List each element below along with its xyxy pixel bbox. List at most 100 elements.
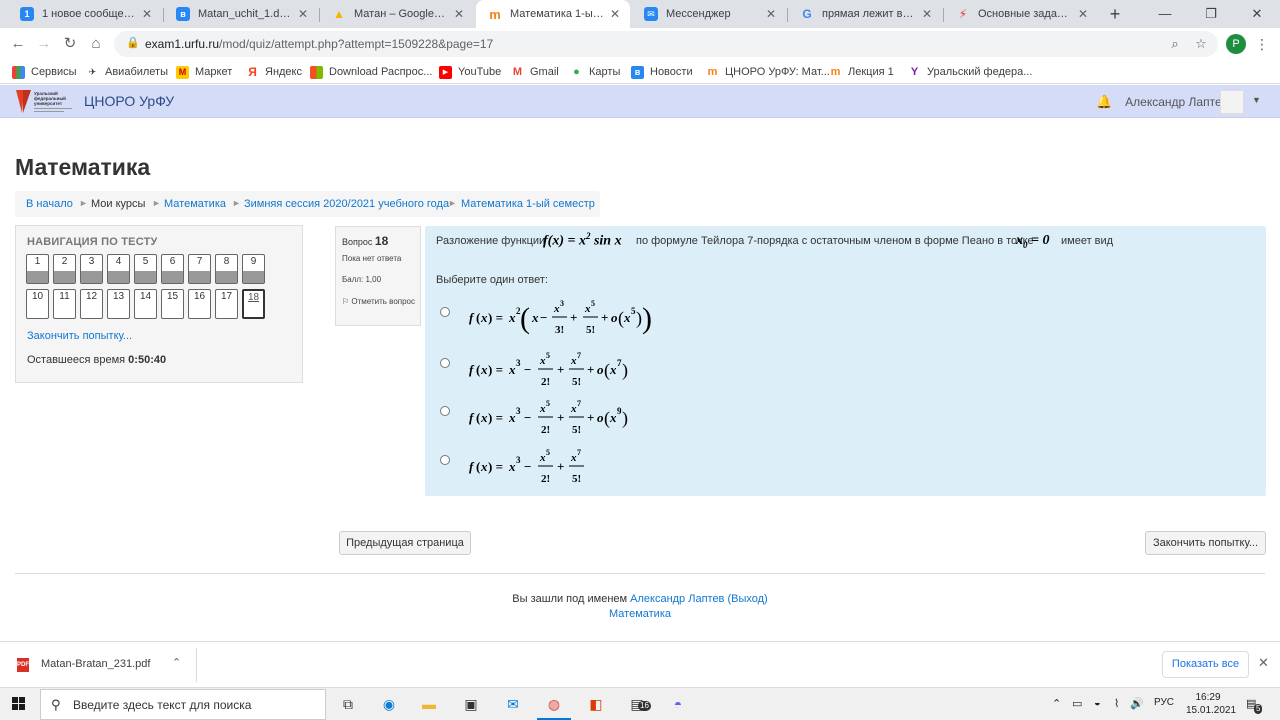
task-view-icon[interactable]: ⧉ xyxy=(337,693,359,715)
avatar[interactable] xyxy=(1220,90,1244,114)
close-icon[interactable]: ✕ xyxy=(766,7,778,21)
footer-user-link[interactable]: Александр Лаптев xyxy=(630,593,724,605)
answer-option-2-formula[interactable]: f(x) = x3 − x5 2! + x7 5! + o ( x7 ) xyxy=(469,348,669,390)
breadcrumb-semester[interactable]: Математика 1-ый семестр xyxy=(461,198,595,210)
address-bar[interactable]: 🔒 exam1.urfu.ru/mod/quiz/attempt.php?att… xyxy=(114,31,1218,57)
tab-messenger[interactable]: ✉ Мессенджер ✕ xyxy=(632,0,786,28)
quiz-nav-button-3[interactable]: 3 xyxy=(80,254,103,284)
clock[interactable]: 16:29 15.01.2021 xyxy=(1186,691,1236,717)
breadcrumb-session[interactable]: Зимняя сессия 2020/2021 учебного года xyxy=(244,198,449,210)
show-all-downloads-button[interactable]: Показать все xyxy=(1162,651,1249,678)
mail-icon[interactable]: ✉ xyxy=(502,693,524,715)
tab-tasks[interactable]: ⚡ Основные задачи на ✕ xyxy=(944,0,1098,28)
quiz-nav-button-17[interactable]: 17 xyxy=(215,289,238,319)
close-icon[interactable]: ✕ xyxy=(610,7,622,21)
header-user-name[interactable]: Александр Лаптев xyxy=(1125,95,1228,109)
close-icon[interactable]: ✕ xyxy=(1258,655,1269,671)
download-file-name[interactable]: Matan-Bratan_231.pdf xyxy=(41,658,150,670)
quiz-nav-button-2[interactable]: 2 xyxy=(53,254,76,284)
close-icon[interactable]: ✕ xyxy=(1078,7,1090,21)
finish-attempt-link[interactable]: Закончить попытку... xyxy=(27,330,132,342)
close-window-button[interactable]: ✕ xyxy=(1234,0,1280,28)
close-icon[interactable]: ✕ xyxy=(142,7,154,21)
quiz-nav-button-1[interactable]: 1 xyxy=(26,254,49,284)
site-name[interactable]: ЦНОРО УрФУ xyxy=(84,93,174,109)
quiz-nav-button-13[interactable]: 13 xyxy=(107,289,130,319)
tab-google-drive[interactable]: ▲ Матан – Google Диск ✕ xyxy=(320,0,474,28)
bookmark-cnoro[interactable]: m ЦНОРО УрФУ: Мат... xyxy=(706,64,830,80)
volume-icon[interactable]: 🔊 xyxy=(1130,697,1144,710)
answer-option-3-formula[interactable]: f(x) = x3 − x5 2! + x7 5! + o ( x9 ) xyxy=(469,396,669,438)
location-icon[interactable]: ⌇ xyxy=(1114,697,1119,710)
minimize-button[interactable]: — xyxy=(1142,0,1188,28)
answer-radio-4[interactable] xyxy=(440,455,450,465)
quiz-nav-button-5[interactable]: 5 xyxy=(134,254,157,284)
breadcrumb-math[interactable]: Математика xyxy=(164,198,226,210)
language-indicator[interactable]: РУС xyxy=(1154,697,1174,708)
tab-matan-docx[interactable]: в Matan_uchit_1.docx ✕ xyxy=(164,0,318,28)
quiz-nav-button-7[interactable]: 7 xyxy=(188,254,211,284)
quiz-nav-button-15[interactable]: 15 xyxy=(161,289,184,319)
menu-kebab-icon[interactable]: ⋮ xyxy=(1255,34,1269,54)
office-icon[interactable]: ◧ xyxy=(585,693,607,715)
windows-start-icon[interactable] xyxy=(12,697,26,711)
chevron-up-icon[interactable]: ⌃ xyxy=(172,656,181,669)
bookmark-download[interactable]: Download Распрос... xyxy=(310,64,432,80)
network-icon[interactable]: ◒ xyxy=(1094,697,1101,709)
bookmark-gmail[interactable]: M Gmail xyxy=(511,64,559,80)
answer-option-4-formula[interactable]: f(x) = x3 − x5 2! + x7 5! xyxy=(469,445,669,487)
notification-center-icon[interactable]: ▤ 5 xyxy=(1246,697,1263,714)
notification-bell-icon[interactable]: 🔔 xyxy=(1096,94,1112,110)
answer-radio-2[interactable] xyxy=(440,358,450,368)
breadcrumb-home[interactable]: В начало xyxy=(26,198,73,210)
close-icon[interactable]: ✕ xyxy=(922,7,934,21)
bookmark-yandex[interactable]: Я Яндекс xyxy=(246,64,302,80)
quiz-nav-button-11[interactable]: 11 xyxy=(53,289,76,319)
bookmark-market[interactable]: М Маркет xyxy=(176,64,232,80)
close-icon[interactable]: ✕ xyxy=(298,7,310,21)
tab-google-search[interactable]: G прямая лежит в плос ✕ xyxy=(788,0,942,28)
bookmark-urfu[interactable]: Y Уральский федера... xyxy=(908,64,1033,80)
tab-math-quiz[interactable]: m Математика 1-ый сем ✕ xyxy=(476,0,630,28)
discord-icon[interactable]: ◓ xyxy=(667,693,689,715)
zoom-icon[interactable]: ⌕ xyxy=(1166,35,1184,53)
store-icon[interactable]: ▣ xyxy=(460,693,482,715)
home-button[interactable]: ⌂ xyxy=(86,34,106,54)
quiz-nav-button-4[interactable]: 4 xyxy=(107,254,130,284)
quiz-nav-button-8[interactable]: 8 xyxy=(215,254,238,284)
maximize-button[interactable]: ❐ xyxy=(1188,0,1234,28)
chevron-down-icon[interactable]: ▼ xyxy=(1252,95,1261,105)
quiz-nav-button-18[interactable]: 18 xyxy=(242,289,265,319)
bookmark-services[interactable]: Сервисы xyxy=(12,64,77,80)
finish-attempt-button[interactable]: Закончить попытку... xyxy=(1145,531,1266,555)
lock-icon[interactable]: 🔒 xyxy=(126,36,140,49)
close-icon[interactable]: ✕ xyxy=(454,7,466,21)
answer-option-1-formula[interactable]: f(x) = x2 ( x − x3 3! + x5 5! + o ( x5 ) … xyxy=(469,294,669,342)
bookmark-maps[interactable]: ● Карты xyxy=(570,64,620,80)
edge-icon[interactable]: ◉ xyxy=(378,693,400,715)
quiz-nav-button-10[interactable]: 10 xyxy=(26,289,49,319)
bookmark-lecture[interactable]: m Лекция 1 xyxy=(829,64,894,80)
quiz-nav-button-12[interactable]: 12 xyxy=(80,289,103,319)
quiz-nav-button-9[interactable]: 9 xyxy=(242,254,265,284)
taskbar-search[interactable]: ⚲ Введите здесь текст для поиска xyxy=(40,689,326,720)
flag-question-button[interactable]: ⚐ Отметить вопрос xyxy=(342,294,416,309)
previous-page-button[interactable]: Предыдущая страница xyxy=(339,531,471,555)
app-badge-icon[interactable]: ▤ 16 xyxy=(626,693,651,715)
new-tab-button[interactable]: + xyxy=(1104,3,1126,25)
battery-icon[interactable]: ▭ xyxy=(1072,697,1082,710)
file-explorer-icon[interactable]: ▬ xyxy=(418,693,440,715)
urfu-logo[interactable]: Уральский федеральный университет xyxy=(14,88,76,115)
footer-course-link[interactable]: Математика xyxy=(0,608,1280,620)
tab-vk-messages[interactable]: 1 1 новое сообщение ✕ xyxy=(8,0,162,28)
tray-chevron-up-icon[interactable]: ⌃ xyxy=(1052,697,1061,710)
answer-radio-3[interactable] xyxy=(440,406,450,416)
reload-button[interactable]: ↻ xyxy=(60,34,80,54)
answer-radio-1[interactable] xyxy=(440,307,450,317)
bookmark-youtube[interactable]: ▶ YouTube xyxy=(439,64,501,80)
bookmark-avia[interactable]: ✈ Авиабилеты xyxy=(86,64,168,80)
forward-button[interactable]: → xyxy=(34,34,54,54)
quiz-nav-button-16[interactable]: 16 xyxy=(188,289,211,319)
chrome-icon[interactable]: ◍ xyxy=(543,693,565,715)
back-button[interactable]: ← xyxy=(8,34,28,54)
